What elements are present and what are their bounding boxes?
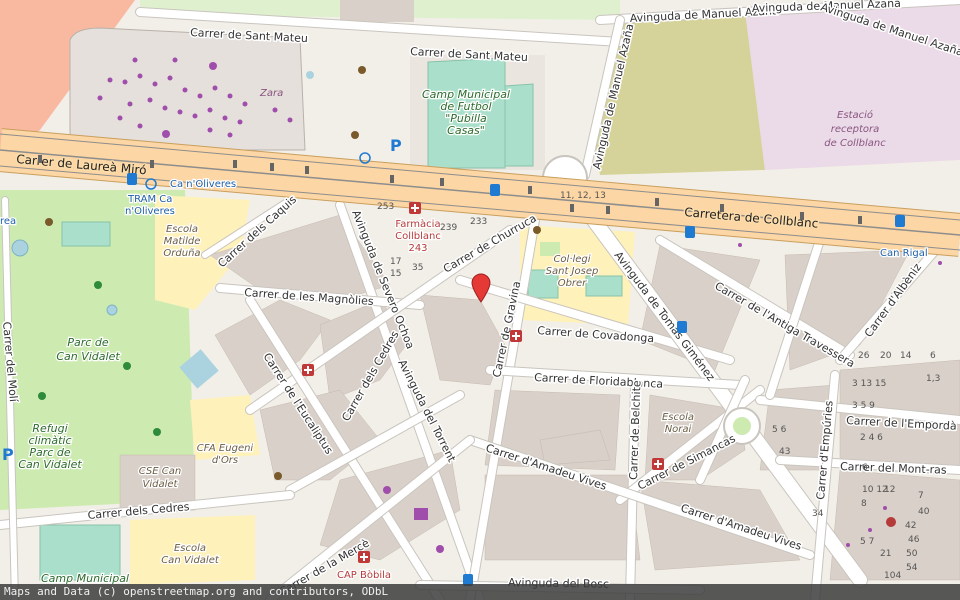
house-number: 7 xyxy=(918,491,924,501)
cafe-icon xyxy=(351,131,359,139)
cafe-icon xyxy=(45,218,53,226)
house-number: 6 xyxy=(930,351,936,361)
label-tram-2: n'Oliveres xyxy=(125,206,175,217)
label-can-rigal: Can Rigal xyxy=(880,248,928,259)
house-number: 20 xyxy=(880,351,892,361)
house-number: 6 xyxy=(862,463,868,473)
cafe-icon xyxy=(358,66,366,74)
label-collegi-2: Sant Josep xyxy=(546,266,599,277)
label-escola-can-vidalet-1: Escola xyxy=(174,543,206,554)
label-collegi-3: Obrer xyxy=(558,278,587,289)
shop-icon xyxy=(383,486,391,494)
house-number: 40 xyxy=(918,507,930,517)
bus-stop-icon xyxy=(490,184,500,196)
label-ca-noliveres: Ca n'Oliveres xyxy=(170,179,236,190)
label-estacio-1: Estació xyxy=(837,109,873,121)
label-farmacia-1: Farmàcia xyxy=(395,218,440,230)
house-number: 5 6 xyxy=(772,425,787,435)
parking-icon: P xyxy=(390,136,402,155)
house-number: 34 xyxy=(812,509,824,519)
house-number: 17 xyxy=(390,257,401,267)
label-rea: rea xyxy=(0,216,16,227)
house-number: 2 4 6 xyxy=(860,433,883,443)
house-number: 253 xyxy=(377,202,394,212)
bus-stop-icon xyxy=(895,215,905,227)
shop-icon xyxy=(436,545,444,553)
park-pitch xyxy=(61,221,111,247)
house-number: 43 xyxy=(779,447,790,457)
label-escola-norai-1: Escola xyxy=(662,412,694,423)
shop-icon xyxy=(209,62,217,70)
label-cse-2: Vidalet xyxy=(143,479,179,490)
house-number: 104 xyxy=(884,571,901,581)
map-attribution: Maps and Data (c) openstreetmap.org and … xyxy=(0,584,960,600)
label-cse-1: CSE Can xyxy=(139,466,181,477)
playground-icon xyxy=(123,362,131,370)
fitness-icon xyxy=(38,392,46,400)
house-number: 14 xyxy=(900,351,912,361)
label-cfa-2: d'Ors xyxy=(212,455,238,466)
parking-icon: P xyxy=(2,445,14,464)
fountain-icon xyxy=(106,304,118,316)
label-cfa-1: CFA Eugeni xyxy=(197,443,254,454)
label-refugi-4: Can Vidalet xyxy=(18,458,82,471)
label-escola-can-vidalet-2: Can Vidalet xyxy=(161,555,220,566)
house-number: 3 13 15 xyxy=(852,379,886,389)
house-number: 5 7 xyxy=(860,537,874,547)
house-number: 3 5 9 xyxy=(852,401,875,411)
house-number: 26 xyxy=(858,351,870,361)
marketplace-icon xyxy=(414,508,428,520)
label-escola-matilde-1: Escola xyxy=(166,224,198,235)
bus-stop-icon xyxy=(685,226,695,238)
label-farmacia-2: Collblanc xyxy=(395,231,441,242)
label-escola-norai-2: Norai xyxy=(665,424,692,435)
label-parc-1: Parc de xyxy=(67,336,108,349)
house-number: 233 xyxy=(470,217,487,227)
label-collegi-1: Col·legi xyxy=(553,254,590,265)
label-escola-matilde-3: Orduña xyxy=(163,248,200,259)
label-camp-futbol-4: Casas" xyxy=(447,124,485,137)
roundabout-centre xyxy=(733,417,751,435)
label-estacio-2: receptora xyxy=(831,124,880,135)
house-number: 21 xyxy=(880,549,891,559)
label-escola-matilde-2: Matilde xyxy=(164,236,201,247)
house-number: 50 xyxy=(906,549,918,559)
location-marker[interactable] xyxy=(471,273,491,303)
bus-stop-icon xyxy=(127,173,137,185)
house-number: 12 xyxy=(884,485,895,495)
playground-icon xyxy=(153,428,161,436)
house-number: 35 xyxy=(412,263,423,273)
label-cap-bobila: CAP Bòbila xyxy=(337,569,391,581)
cafe-icon xyxy=(533,226,541,234)
house-number: 8 xyxy=(861,499,867,509)
house-number: 239 xyxy=(440,223,457,233)
playground-icon xyxy=(94,281,102,289)
house-number: 15 xyxy=(390,269,401,279)
label-tram-1: TRAM Ca xyxy=(127,194,172,205)
veterinary-icon xyxy=(886,517,896,527)
label-farmacia-3: 243 xyxy=(408,243,427,254)
shop-icon xyxy=(162,130,170,138)
house-number: 46 xyxy=(908,535,920,545)
school-pitch-2 xyxy=(585,275,623,297)
label-zara: Zara xyxy=(259,88,283,99)
house-number: 42 xyxy=(905,521,916,531)
house-number: 1,3 xyxy=(926,374,940,384)
bus-stop-icon xyxy=(677,321,687,333)
label-parc-2: Can Vidalet xyxy=(56,350,120,363)
cafe-icon xyxy=(274,472,282,480)
label-estacio-3: de Collblanc xyxy=(824,138,886,149)
fountain-icon xyxy=(306,71,314,79)
house-number: 54 xyxy=(906,563,918,573)
house-number: 11, 12, 13 xyxy=(560,191,606,201)
fountain-icon xyxy=(11,239,29,257)
building-top xyxy=(340,0,414,22)
